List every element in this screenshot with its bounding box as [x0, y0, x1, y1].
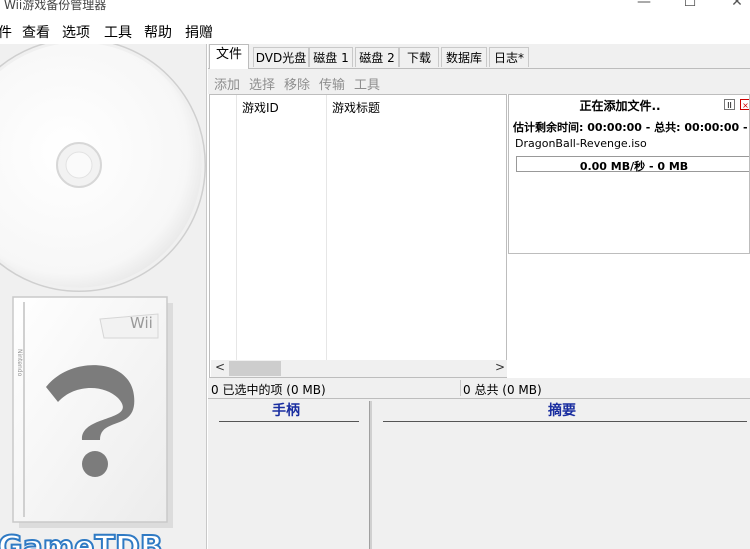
progress-bar: 0.00 MB/秒 - 0 MB: [516, 156, 749, 173]
close-button[interactable]: ✕: [724, 0, 750, 12]
menu-file[interactable]: 件: [0, 22, 12, 42]
status-bar: 0 已选中的项 (0 MB) 0 总共 (0 MB): [208, 378, 750, 399]
menu-view[interactable]: 查看: [22, 22, 50, 42]
minimize-button[interactable]: —: [631, 0, 657, 12]
pause-button[interactable]: II: [724, 99, 735, 110]
tools-button[interactable]: 工具: [354, 74, 380, 93]
menu-bar: 件 查看 选项 工具 帮助 捐赠: [0, 18, 750, 44]
tab-strip: 文件 DVD光盘 磁盘 1 磁盘 2 下载 数据库 日志*: [208, 44, 750, 69]
spine-label: Nintendo: [16, 349, 23, 377]
transfer-speed: 0.00 MB/秒 - 0 MB: [579, 160, 689, 173]
status-divider: [460, 380, 461, 396]
header-underline: [219, 421, 359, 422]
tab-log[interactable]: 日志*: [489, 47, 529, 67]
summary-header: 摘要: [548, 403, 576, 419]
header-underline: [383, 421, 747, 422]
maximize-button[interactable]: ☐: [677, 0, 703, 12]
scroll-left-icon[interactable]: <: [215, 360, 225, 374]
toolbar: 添加 选择 移除 传输 工具: [208, 69, 750, 94]
panel-divider[interactable]: [369, 401, 372, 549]
cancel-button[interactable]: ×: [740, 99, 749, 110]
title-bar: Wii游戏备份管理器 — ☐ ✕: [0, 0, 750, 14]
remove-button[interactable]: 移除: [284, 74, 310, 93]
column-divider: [236, 95, 237, 360]
menu-donate[interactable]: 捐赠: [185, 22, 213, 42]
wii-badge: Wii: [130, 314, 153, 332]
controller-header: 手柄: [272, 403, 300, 419]
scroll-thumb[interactable]: [229, 361, 281, 376]
column-header-game-id[interactable]: 游戏ID: [242, 99, 279, 116]
selected-status: 0 已选中的项 (0 MB): [211, 383, 326, 397]
tab-database[interactable]: 数据库: [441, 47, 487, 67]
transfer-button[interactable]: 传输: [319, 74, 345, 93]
cover-art: Wii Nintendo GameTDB: [0, 44, 206, 549]
tab-download[interactable]: 下载: [399, 47, 439, 67]
progress-title: 正在添加文件..: [579, 99, 661, 113]
tab-dvd[interactable]: DVD光盘: [253, 47, 309, 67]
scroll-right-icon[interactable]: >: [495, 360, 505, 374]
menu-tools[interactable]: 工具: [104, 22, 132, 42]
tab-files[interactable]: 文件: [209, 44, 249, 69]
window-title: Wii游戏备份管理器: [4, 0, 107, 12]
tab-disk-1[interactable]: 磁盘 1: [309, 47, 353, 67]
bottom-panel: 手柄 摘要: [208, 399, 750, 549]
time-remaining: 估计剩余时间: 00:00:00 - 总共: 00:00:00 - 0%: [513, 121, 750, 134]
disc-icon: [0, 44, 206, 292]
horizontal-scrollbar[interactable]: < >: [211, 360, 507, 377]
menu-help[interactable]: 帮助: [144, 22, 172, 42]
column-divider: [326, 95, 327, 360]
cover-panel: Wii Nintendo GameTDB: [0, 44, 207, 549]
gametdb-logo: GameTDB: [0, 530, 163, 549]
progress-panel: 正在添加文件.. II × 估计剩余时间: 00:00:00 - 总共: 00:…: [508, 94, 750, 254]
total-status: 0 总共 (0 MB): [463, 383, 542, 397]
select-button[interactable]: 选择: [249, 74, 275, 93]
current-file: DragonBall-Revenge.iso: [515, 137, 647, 150]
tab-disk-2[interactable]: 磁盘 2: [355, 47, 399, 67]
column-header-game-title[interactable]: 游戏标题: [332, 99, 380, 116]
menu-options[interactable]: 选项: [62, 22, 90, 42]
game-list[interactable]: 游戏ID 游戏标题 < >: [209, 94, 507, 378]
add-button[interactable]: 添加: [214, 74, 240, 93]
